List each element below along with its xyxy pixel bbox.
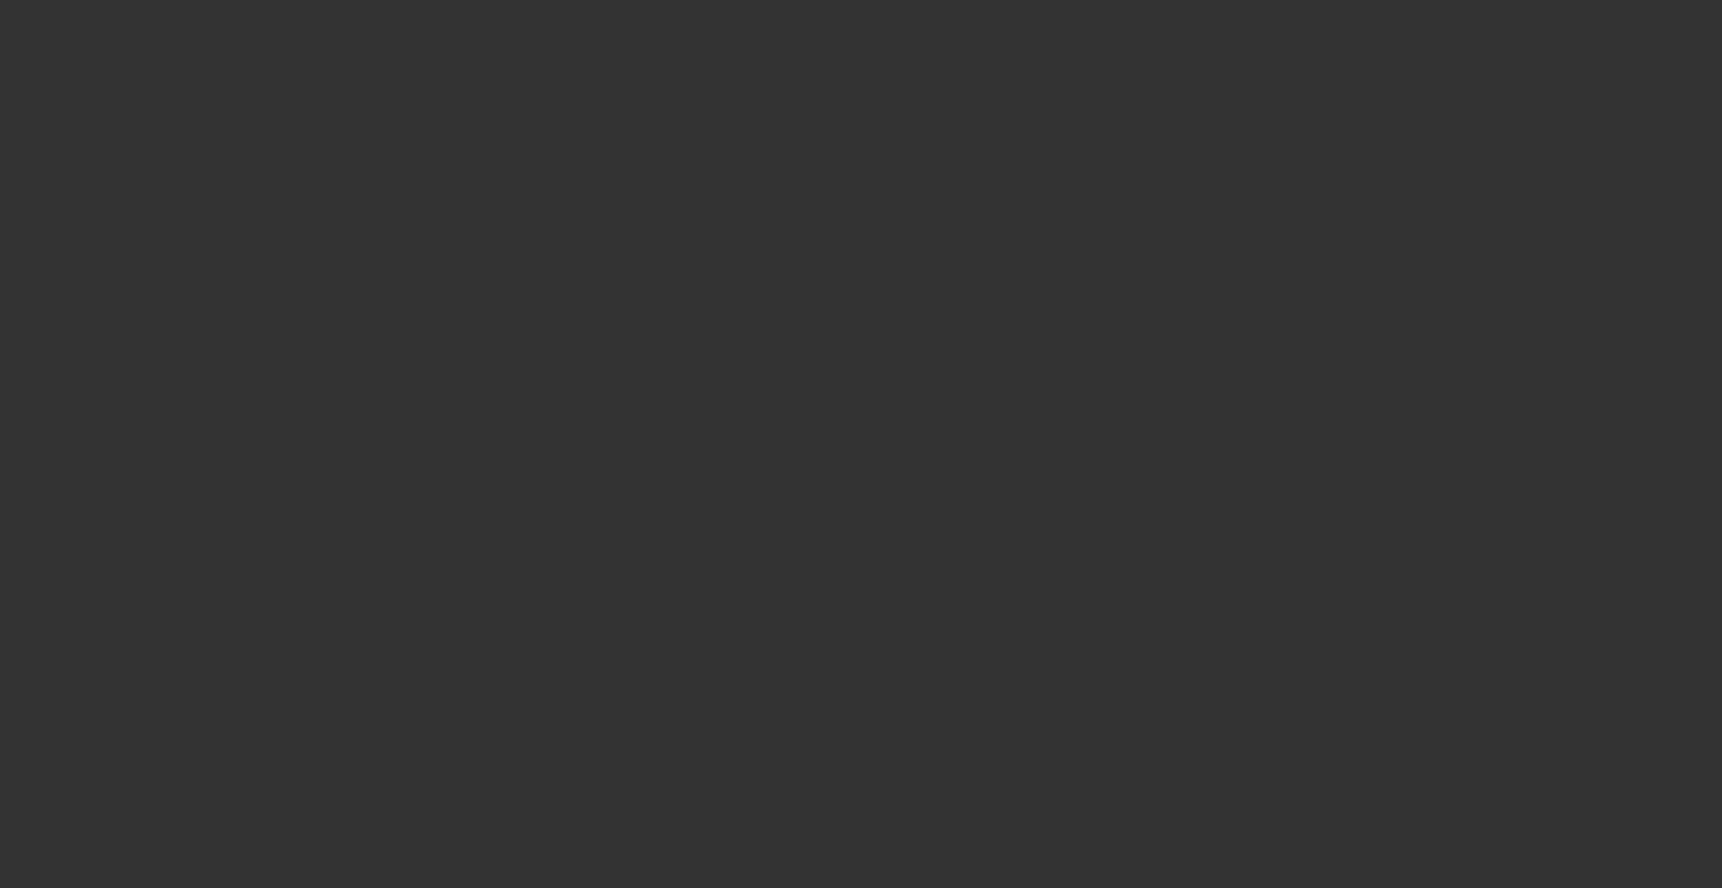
saturation-sweeps-page [0,0,1722,888]
charts-root [0,0,1722,888]
